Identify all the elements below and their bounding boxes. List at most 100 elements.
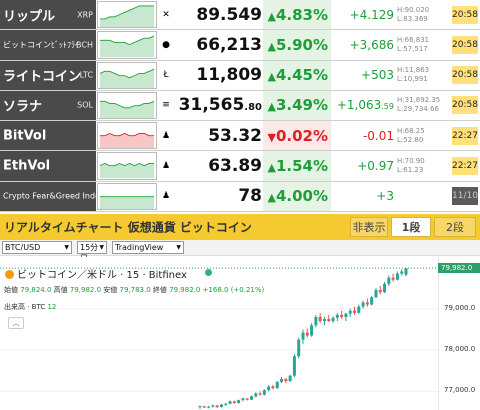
- price-row[interactable]: リップル XRP ✕ 89.549 ▲4.83% +4.129 H:90.020 L:83.3…: [0, 0, 480, 31]
- candle-body: [391, 277, 395, 280]
- user-icon: ♟: [161, 191, 171, 202]
- update-time: 20:58: [452, 35, 478, 54]
- coin-name: BitVol: [3, 128, 47, 144]
- percent-change-cell: ▲1.54%: [263, 151, 331, 181]
- candle-body: [258, 393, 262, 395]
- price-decimal: .80: [244, 102, 262, 114]
- candle-body: [297, 339, 301, 357]
- price-chart[interactable]: ビットコイン／米ドル · 15 · Bitfinex 始値 79,824.0 高…: [0, 257, 480, 410]
- candle-body: [288, 375, 292, 382]
- candle-body: [280, 378, 284, 382]
- chevron-down-icon: ▼: [64, 244, 69, 251]
- coin-name-cell[interactable]: ビットコインﾋﾞｯﾄﾌﾗｲ BCH: [0, 30, 96, 60]
- price-row[interactable]: ソラナ SOL ≡ 31,565.80 ▲3.49% +1,063.59 H:31,892.…: [0, 90, 480, 122]
- change-main: +3,686: [349, 37, 394, 52]
- percent-value: 1.54%: [275, 157, 328, 176]
- collapse-legend-button[interactable]: ︿: [8, 317, 24, 329]
- price-row[interactable]: ビットコインﾋﾞｯﾄﾌﾗｲ BCH ● 66,213 ▲5.90% +3,686 H:66,…: [0, 30, 480, 61]
- coin-name-cell[interactable]: ライトコイン LTC: [0, 60, 96, 90]
- coin-name: ライトコイン: [3, 69, 82, 85]
- candle-body: [305, 332, 309, 336]
- coin-symbol: SOL: [77, 100, 93, 110]
- volume-legend: 出来高 · BTC 12: [4, 302, 56, 312]
- price-row[interactable]: Crypto Fear&Greed Index ♟ 78 ▲4.00% +3 11/10: [0, 181, 480, 212]
- candle-body: [340, 314, 344, 317]
- candle-body: [224, 403, 228, 405]
- candle-body: [271, 386, 275, 389]
- candle-body: [310, 325, 314, 336]
- update-time: 20:58: [452, 96, 478, 115]
- sparkline-area: [99, 36, 155, 58]
- close-value: 79,982.0: [169, 286, 201, 294]
- candle-body: [383, 283, 387, 293]
- interval-select[interactable]: 15分足 ▼: [77, 241, 107, 263]
- absolute-change: -0.01: [334, 129, 394, 143]
- sparkline-area: [99, 163, 155, 179]
- price-axis-divider: [438, 257, 439, 410]
- coin-name-cell[interactable]: ソラナ SOL: [0, 90, 96, 121]
- price-row[interactable]: ライトコイン LTC Ł 11,809 ▲4.45% +503 H:11,863 L:10,9…: [0, 60, 480, 91]
- volume-value: 12: [47, 303, 57, 311]
- percent-change: ▲4.83%: [267, 6, 328, 24]
- hide-chart-button[interactable]: 非表示: [350, 217, 388, 237]
- coin-name-cell[interactable]: Crypto Fear&Greed Index: [0, 181, 105, 211]
- update-time: 22:27: [452, 126, 478, 145]
- coin-symbol: XRP: [77, 10, 93, 20]
- current-price: 89.549: [176, 5, 262, 25]
- candle-body: [314, 316, 318, 326]
- chevron-down-icon: ▼: [99, 244, 104, 251]
- coin-name-cell[interactable]: BitVol: [0, 121, 96, 151]
- candle-body: [202, 406, 206, 408]
- high-prefix: H:: [397, 35, 405, 44]
- current-price: 63.89: [176, 156, 262, 176]
- two-column-button[interactable]: 2段: [434, 217, 476, 237]
- percent-change: ▼0.02%: [267, 127, 328, 145]
- last-price-flag: 79,982.0: [438, 263, 480, 274]
- coin-symbol: LTC: [79, 70, 93, 80]
- change-main: +4.129: [349, 7, 394, 22]
- high-prefix: H:: [397, 157, 405, 166]
- current-price: 31,565.80: [176, 95, 262, 115]
- candle-body: [370, 297, 374, 305]
- percent-value: 4.00%: [275, 187, 328, 206]
- price-row[interactable]: BitVol ♟ 53.32 ▼0.02% -0.01 H:68.25 L:52.80 22:…: [0, 121, 480, 152]
- low-value: 52.80: [403, 135, 424, 144]
- realtime-chart-title: リアルタイムチャート 仮想通貨 ビットコイン: [4, 220, 252, 235]
- price-main: 78: [238, 186, 262, 207]
- candle-body: [318, 316, 322, 322]
- sparkline-area: [99, 5, 155, 28]
- coin-name-cell[interactable]: EthVol: [0, 151, 96, 181]
- candle-body: [327, 319, 331, 322]
- candle-body: [374, 290, 378, 298]
- one-column-button[interactable]: 1段: [391, 217, 431, 237]
- price-tick-label: 78,000.0: [444, 345, 476, 354]
- user-icon: ♟: [161, 161, 171, 172]
- candle-body: [387, 277, 391, 284]
- sparkline-chart: [97, 31, 157, 59]
- bitcoin-cash-icon: ●: [162, 39, 170, 50]
- chart-source-select[interactable]: TradingView ▼: [112, 241, 184, 254]
- change-main: +3: [376, 189, 394, 204]
- volume-label: 出来高 · BTC: [4, 303, 46, 311]
- litecoin-icon: Ł: [163, 70, 169, 81]
- coin-name-cell[interactable]: リップル XRP: [0, 0, 96, 30]
- chevron-down-icon: ▼: [176, 244, 181, 251]
- low-value: 79,783.0: [119, 286, 151, 294]
- percent-change-cell: ▲4.83%: [263, 0, 331, 30]
- candle-body: [232, 401, 236, 403]
- candle-body: [292, 356, 296, 376]
- change-main: +0.97: [357, 159, 394, 174]
- candle-body: [219, 404, 223, 408]
- candle-body: [207, 406, 211, 408]
- percent-change: ▲4.45%: [267, 66, 328, 84]
- percent-value: 5.90%: [275, 35, 328, 54]
- percent-change-cell: ▲5.90%: [263, 30, 331, 60]
- change-decimal: .59: [381, 102, 394, 112]
- sparkline-chart: [97, 152, 157, 180]
- symbol-select[interactable]: BTC/USD ▼: [2, 241, 72, 254]
- chart-source-select-value: TradingView: [115, 243, 164, 252]
- price-row[interactable]: EthVol ♟ 63.89 ▲1.54% +0.97 H:70.90 L:61.23 22:…: [0, 151, 480, 182]
- high-prefix: H:: [397, 126, 405, 135]
- high-low-range: H:31,892.35 L:29,734.66: [397, 96, 440, 114]
- candle-body: [254, 393, 258, 397]
